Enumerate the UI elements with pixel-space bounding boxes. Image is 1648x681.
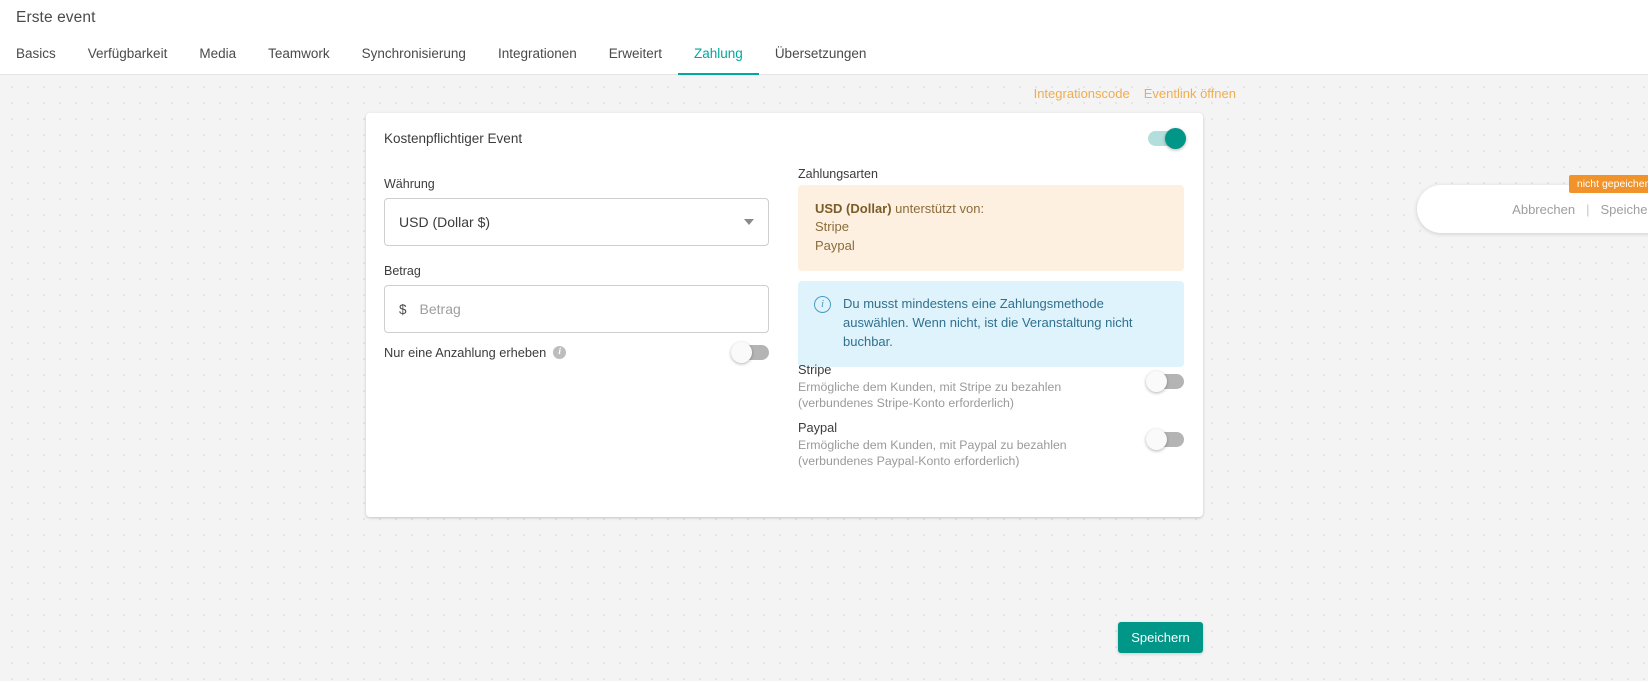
tab-uebersetzungen[interactable]: Übersetzungen (759, 38, 883, 75)
support-provider-paypal: Paypal (815, 237, 1167, 255)
currency-select-value: USD (Dollar $) (399, 214, 490, 230)
stripe-title: Stripe (798, 362, 1128, 377)
stripe-toggle[interactable] (1148, 374, 1184, 389)
tab-synchronisierung[interactable]: Synchronisierung (346, 38, 482, 75)
currency-label: Währung (384, 177, 769, 191)
amount-input[interactable]: $ Betrag (384, 285, 769, 333)
left-column: Währung USD (Dollar $) Betrag $ Betrag (384, 113, 786, 517)
tab-zahlung[interactable]: Zahlung (678, 38, 759, 75)
deposit-toggle[interactable] (733, 345, 769, 360)
currency-symbol-icon: $ (399, 302, 407, 317)
toggle-knob (1146, 429, 1167, 450)
event-link-open-link[interactable]: Eventlink öffnen (1144, 86, 1236, 101)
payment-info-text: Du musst mindestens eine Zahlungsmethode… (843, 295, 1168, 352)
support-headline: USD (Dollar) unterstützt von: (815, 200, 1167, 218)
save-button[interactable]: Speichern (1118, 622, 1203, 653)
tab-media[interactable]: Media (183, 38, 252, 75)
tab-bar: Basics Verfügbarkeit Media Teamwork Sync… (0, 38, 882, 75)
integration-code-link[interactable]: Integrationscode (1034, 86, 1130, 101)
stripe-description: Ermögliche dem Kunden, mit Stripe zu bez… (798, 379, 1128, 412)
currency-support-box: USD (Dollar) unterstützt von: Stripe Pay… (798, 185, 1184, 271)
payment-method-row-stripe: Stripe Ermögliche dem Kunden, mit Stripe… (798, 362, 1184, 412)
deposit-label-wrap: Nur eine Anzahlung erheben i (384, 345, 566, 360)
payment-method-row-paypal: Paypal Ermögliche dem Kunden, mit Paypal… (798, 420, 1184, 470)
amount-label: Betrag (384, 264, 769, 278)
payment-methods-label-wrap: Zahlungsarten (798, 165, 878, 183)
currency-select[interactable]: USD (Dollar $) (384, 198, 769, 246)
support-suffix: unterstützt von: (892, 201, 985, 216)
payment-settings-card: Kostenpflichtiger Event Währung USD (Dol… (366, 113, 1203, 517)
tab-basics[interactable]: Basics (0, 38, 72, 75)
page-title: Erste event (16, 9, 96, 27)
panel-save-button[interactable]: Speichern (1600, 202, 1648, 217)
paypal-toggle[interactable] (1148, 432, 1184, 447)
chevron-down-icon (744, 219, 754, 225)
stripe-texts: Stripe Ermögliche dem Kunden, mit Stripe… (798, 362, 1128, 412)
info-icon: i (814, 296, 831, 313)
deposit-label: Nur eine Anzahlung erheben (384, 345, 546, 360)
tab-teamwork[interactable]: Teamwork (252, 38, 346, 75)
paypal-texts: Paypal Ermögliche dem Kunden, mit Paypal… (798, 420, 1128, 470)
page-body: Integrationscode Eventlink öffnen Kosten… (0, 75, 1648, 681)
currency-field: Währung USD (Dollar $) (384, 177, 769, 246)
top-links: Integrationscode Eventlink öffnen (1034, 86, 1236, 101)
support-currency: USD (Dollar) (815, 201, 892, 216)
paypal-title: Paypal (798, 420, 1128, 435)
right-column: Zahlungsarten USD (Dollar) unterstützt v… (798, 113, 1186, 517)
payment-info-box: i Du musst mindestens eine Zahlungsmetho… (798, 281, 1184, 367)
panel-separator: | (1586, 202, 1589, 217)
top-bar: Erste event Basics Verfügbarkeit Media T… (0, 0, 1648, 75)
tab-integrationen[interactable]: Integrationen (482, 38, 593, 75)
deposit-row: Nur eine Anzahlung erheben i (384, 345, 769, 360)
cancel-button[interactable]: Abbrechen (1512, 202, 1575, 217)
tab-verfuegbarkeit[interactable]: Verfügbarkeit (72, 38, 184, 75)
amount-placeholder: Betrag (420, 301, 461, 317)
payment-methods-label: Zahlungsarten (798, 167, 878, 181)
unsaved-status-badge: nicht gepeichert (1569, 175, 1648, 193)
support-provider-stripe: Stripe (815, 218, 1167, 236)
amount-field: Betrag $ Betrag (384, 264, 769, 333)
info-icon[interactable]: i (553, 346, 566, 359)
unsaved-changes-panel: nicht gepeichert Abbrechen | Speichern (1417, 185, 1648, 233)
tab-erweitert[interactable]: Erweitert (593, 38, 678, 75)
toggle-knob (1146, 371, 1167, 392)
paypal-description: Ermögliche dem Kunden, mit Paypal zu bez… (798, 437, 1128, 470)
toggle-knob (731, 342, 752, 363)
